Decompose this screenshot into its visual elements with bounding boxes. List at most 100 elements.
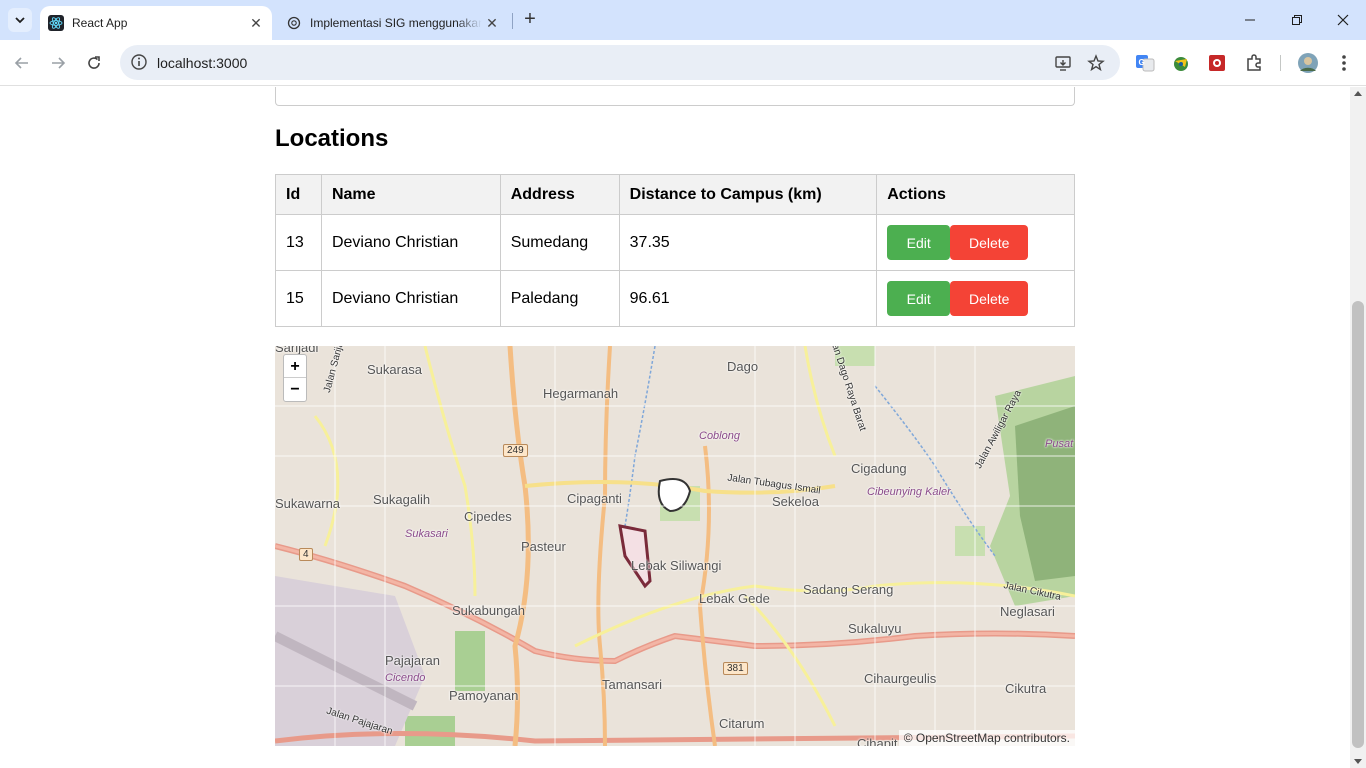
- cell-id: 13: [275, 214, 322, 271]
- restore-icon[interactable]: [1285, 8, 1309, 32]
- more-menu-icon[interactable]: [1333, 52, 1355, 74]
- cell-address: Sumedang: [499, 214, 620, 271]
- install-app-icon[interactable]: [1053, 53, 1073, 73]
- cell-actions: Edit Delete: [876, 214, 1075, 271]
- cell-name: Deviano Christian: [320, 270, 501, 327]
- scroll-down-arrow-icon[interactable]: [1354, 759, 1362, 764]
- leaflet-map[interactable]: Sukarasa Hegarmanah Dago Coblong Cigadun…: [275, 346, 1075, 746]
- close-window-icon[interactable]: [1331, 8, 1355, 32]
- map-label: Sekeloa: [772, 494, 819, 509]
- forward-icon[interactable]: [46, 51, 70, 75]
- page-viewport: Locations Id Name Address Distance to Ca…: [0, 87, 1350, 768]
- column-header-actions: Actions: [876, 174, 1075, 215]
- browser-toolbar: localhost:3000 G: [0, 40, 1366, 86]
- map-label: Dago: [727, 359, 759, 374]
- road-shield: 4: [299, 548, 313, 561]
- map-label: Sukagalih: [373, 492, 431, 507]
- tab-title: React App: [72, 16, 128, 30]
- map-label: Cihapit: [857, 736, 898, 746]
- map-label: Cibeunying Kaler: [867, 486, 951, 498]
- cell-id: 15: [275, 270, 322, 327]
- zoom-out-button[interactable]: −: [284, 378, 306, 401]
- locations-table: Id Name Address Distance to Campus (km) …: [275, 174, 1075, 327]
- tab-react-app[interactable]: React App ✕: [40, 6, 272, 40]
- map-label: Hegarmanah: [543, 386, 619, 401]
- table-row: 13 Deviano Christian Sumedang 37.35 Edit…: [275, 214, 1075, 271]
- map-label: Neglasari: [1000, 604, 1055, 619]
- google-translate-icon[interactable]: G: [1134, 52, 1156, 74]
- map-label: Lebak Siliwangi: [631, 558, 722, 573]
- map-label: Pajajaran: [385, 653, 440, 668]
- map-label: Sadang Serang: [803, 582, 894, 597]
- map-label: Sukawarna: [275, 496, 341, 511]
- column-header-distance: Distance to Campus (km): [618, 174, 878, 215]
- bookmark-star-icon[interactable]: [1086, 53, 1106, 73]
- road-shield: 381: [723, 662, 748, 675]
- cell-distance: 37.35: [618, 214, 878, 271]
- tab-search-button[interactable]: [8, 8, 32, 32]
- minimize-icon[interactable]: [1238, 8, 1262, 32]
- map-label: Pasteur: [521, 539, 566, 554]
- delete-button[interactable]: Delete: [950, 281, 1029, 316]
- site-info-icon[interactable]: [130, 53, 148, 71]
- url-text[interactable]: localhost:3000: [157, 55, 247, 71]
- map-label: Coblong: [699, 430, 740, 442]
- table-header-row: Id Name Address Distance to Campus (km) …: [275, 174, 1075, 215]
- extensions-puzzle-icon[interactable]: [1243, 52, 1265, 74]
- map-label: Cigadung: [851, 461, 907, 476]
- column-header-name: Name: [320, 174, 501, 215]
- vertical-scrollbar[interactable]: [1350, 87, 1366, 768]
- form-container: [275, 87, 1075, 106]
- map-label: Sukasari: [405, 528, 448, 540]
- edit-button[interactable]: Edit: [887, 281, 951, 316]
- back-icon[interactable]: [10, 51, 34, 75]
- close-icon[interactable]: ✕: [246, 13, 266, 33]
- map-label: Cihaurgeulis: [864, 671, 937, 686]
- page-title: Locations: [275, 125, 389, 152]
- zoom-control: + −: [283, 354, 307, 402]
- table-row: 15 Deviano Christian Paledang 96.61 Edit…: [275, 270, 1075, 327]
- edit-button[interactable]: Edit: [887, 225, 951, 260]
- toolbar-separator: [1280, 55, 1281, 71]
- chevron-down-icon: [15, 17, 25, 24]
- profile-avatar[interactable]: [1297, 52, 1319, 74]
- column-header-id: Id: [275, 174, 322, 215]
- react-icon: [48, 15, 64, 31]
- map-label: Cipaganti: [567, 491, 622, 506]
- cell-name: Deviano Christian: [320, 214, 501, 271]
- tab-strip: React App ✕ Implementasi SIG menggunakan…: [0, 0, 1366, 40]
- extension-red-icon[interactable]: [1206, 52, 1228, 74]
- openai-icon: [286, 15, 302, 31]
- map-label: Sukabungah: [452, 603, 526, 618]
- svg-text:G: G: [1139, 58, 1145, 67]
- map-label: Cicendo: [385, 672, 426, 684]
- scrollbar-thumb[interactable]: [1352, 301, 1364, 748]
- extension-globe-icon[interactable]: [1170, 52, 1192, 74]
- map-tiles[interactable]: [275, 346, 1075, 746]
- scroll-up-arrow-icon[interactable]: [1354, 91, 1362, 96]
- map-label: Sukaluyu: [848, 621, 902, 636]
- tab-implementasi-sig[interactable]: Implementasi SIG menggunakan ✕: [278, 6, 508, 40]
- delete-button[interactable]: Delete: [950, 225, 1029, 260]
- map-label: Cipedes: [464, 509, 512, 524]
- cell-distance: 96.61: [618, 270, 878, 327]
- new-tab-button[interactable]: +: [520, 9, 540, 30]
- tab-title: Implementasi SIG menggunakan: [310, 16, 482, 30]
- map-label: Citarum: [719, 716, 765, 731]
- map-label: Pusat: [1045, 438, 1074, 450]
- tab-separator: [512, 13, 513, 29]
- map-label: Sukarasa: [367, 362, 422, 377]
- cell-address: Paledang: [499, 270, 620, 327]
- column-header-address: Address: [499, 174, 620, 215]
- map-attribution[interactable]: © OpenStreetMap contributors.: [898, 730, 1075, 746]
- map-label: Tamansari: [602, 677, 662, 692]
- cell-actions: Edit Delete: [876, 270, 1075, 327]
- zoom-in-button[interactable]: +: [284, 355, 306, 378]
- address-bar[interactable]: localhost:3000: [120, 45, 1120, 80]
- map-label: Lebak Gede: [699, 591, 770, 606]
- map-label: Pamoyanan: [449, 688, 519, 703]
- road-shield: 249: [503, 444, 528, 457]
- reload-icon[interactable]: [82, 51, 106, 75]
- map-label: Cikutra: [1005, 681, 1047, 696]
- close-icon[interactable]: ✕: [482, 13, 502, 33]
